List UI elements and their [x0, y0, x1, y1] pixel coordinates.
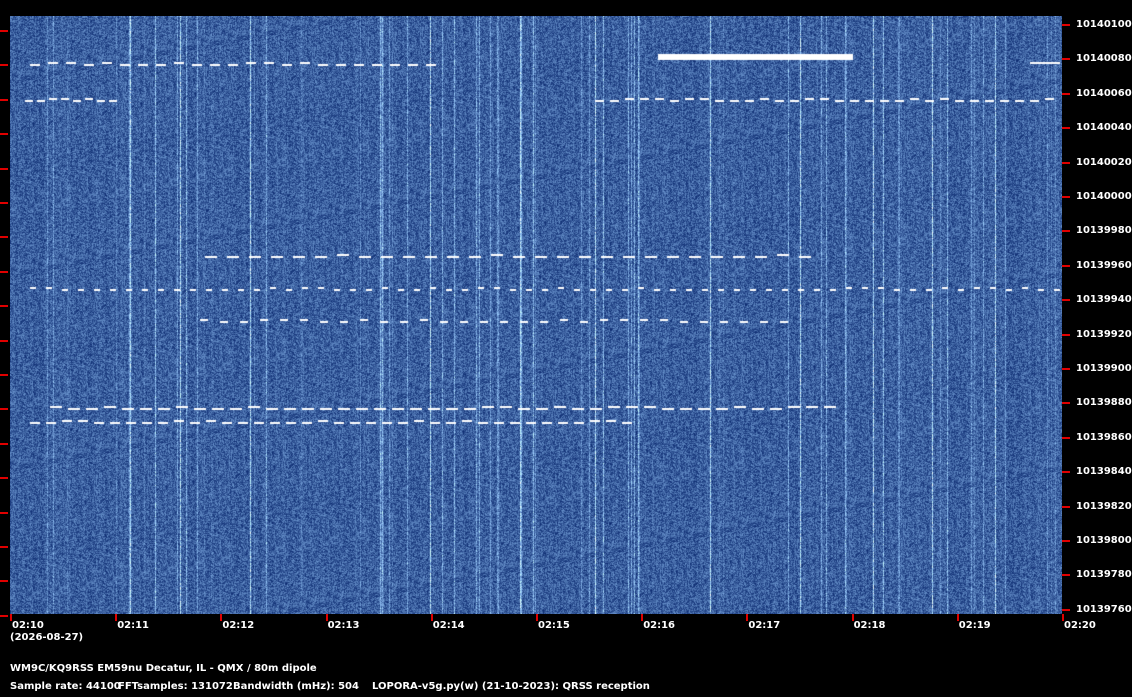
time-label: 02:17	[748, 620, 781, 631]
y-tick-left	[0, 270, 8, 273]
frequency-label: 10139860	[1076, 431, 1132, 443]
y-tick-right	[1062, 161, 1070, 164]
y-tick-left	[0, 477, 8, 480]
y-tick-left	[0, 339, 8, 342]
y-tick-left	[0, 133, 8, 136]
y-tick-right	[1062, 540, 1070, 542]
y-tick-right	[1062, 230, 1070, 233]
bandwidth: Bandwidth (mHz): 504	[233, 681, 359, 692]
frequency-label: 10139920	[1076, 328, 1132, 340]
frequency-label: 10139780	[1076, 569, 1132, 581]
y-tick-left	[0, 408, 8, 411]
y-tick-left	[0, 202, 8, 204]
time-label: 02:12	[222, 620, 255, 631]
time-label: 02:10	[12, 620, 44, 631]
time-label: 02:20	[1064, 620, 1096, 631]
time-label: 02:15	[538, 620, 570, 631]
time-label: 02:19	[958, 620, 991, 631]
waterfall-display	[10, 16, 1062, 614]
time-label: 02:16	[643, 620, 676, 631]
y-tick-left	[0, 64, 8, 67]
frequency-label: 10139840	[1076, 466, 1132, 478]
y-tick-left	[0, 546, 8, 548]
y-tick-right	[1062, 24, 1070, 26]
frequency-label: 10139980	[1076, 225, 1132, 237]
y-tick-right	[1062, 58, 1070, 61]
y-tick-left	[0, 442, 8, 445]
frequency-label: 10139900	[1076, 363, 1132, 374]
y-tick-left	[0, 30, 8, 32]
frequency-label: 10140020	[1076, 156, 1132, 168]
frequency-label: 10139760	[1076, 603, 1132, 615]
frequency-label: 10140080	[1076, 53, 1132, 65]
time-label: 02:13	[327, 620, 360, 631]
frequency-label: 10140100	[1076, 19, 1132, 30]
time-label: 02:14	[432, 620, 465, 631]
y-tick-right	[1062, 505, 1070, 508]
y-tick-right	[1062, 368, 1070, 370]
frequency-label: 10139820	[1076, 500, 1132, 512]
y-tick-right	[1062, 196, 1070, 198]
y-tick-left	[0, 614, 8, 617]
y-tick-right	[1062, 402, 1070, 405]
y-tick-right	[1062, 127, 1070, 130]
date-label: (2026-08-27)	[10, 632, 84, 643]
time-label: 02:11	[117, 620, 150, 631]
y-tick-right	[1062, 436, 1070, 439]
y-tick-right	[1062, 299, 1070, 302]
frequency-label: 10139880	[1076, 397, 1132, 409]
time-label: 02:18	[853, 620, 886, 631]
y-tick-right	[1062, 608, 1070, 611]
y-tick-left	[0, 305, 8, 308]
y-tick-right	[1062, 471, 1070, 474]
frequency-label: 10140000	[1076, 191, 1132, 202]
sample-rate: Sample rate: 44100	[10, 681, 121, 692]
frequency-label: 10140060	[1076, 87, 1132, 99]
y-tick-left	[0, 580, 8, 583]
frequency-label: 10140040	[1076, 122, 1132, 134]
y-tick-left	[0, 236, 8, 239]
y-tick-left	[0, 167, 8, 170]
frequency-label: 10139800	[1076, 535, 1132, 546]
software-info: LOPORA-v5g.py(w) (21-10-2023): QRSS rece…	[372, 681, 650, 692]
y-tick-right	[1062, 264, 1070, 267]
y-tick-left	[0, 374, 8, 376]
y-tick-left	[0, 511, 8, 514]
station-info: WM9C/KQ9RSS EM59nu Decatur, IL - QMX / 8…	[10, 663, 317, 674]
y-tick-right	[1062, 574, 1070, 577]
frequency-label: 10139940	[1076, 294, 1132, 306]
frequency-label: 10139960	[1076, 259, 1132, 271]
y-tick-left	[0, 98, 8, 101]
fft-samples: FFTsamples: 131072	[118, 681, 233, 692]
y-tick-right	[1062, 92, 1070, 95]
y-tick-right	[1062, 333, 1070, 336]
